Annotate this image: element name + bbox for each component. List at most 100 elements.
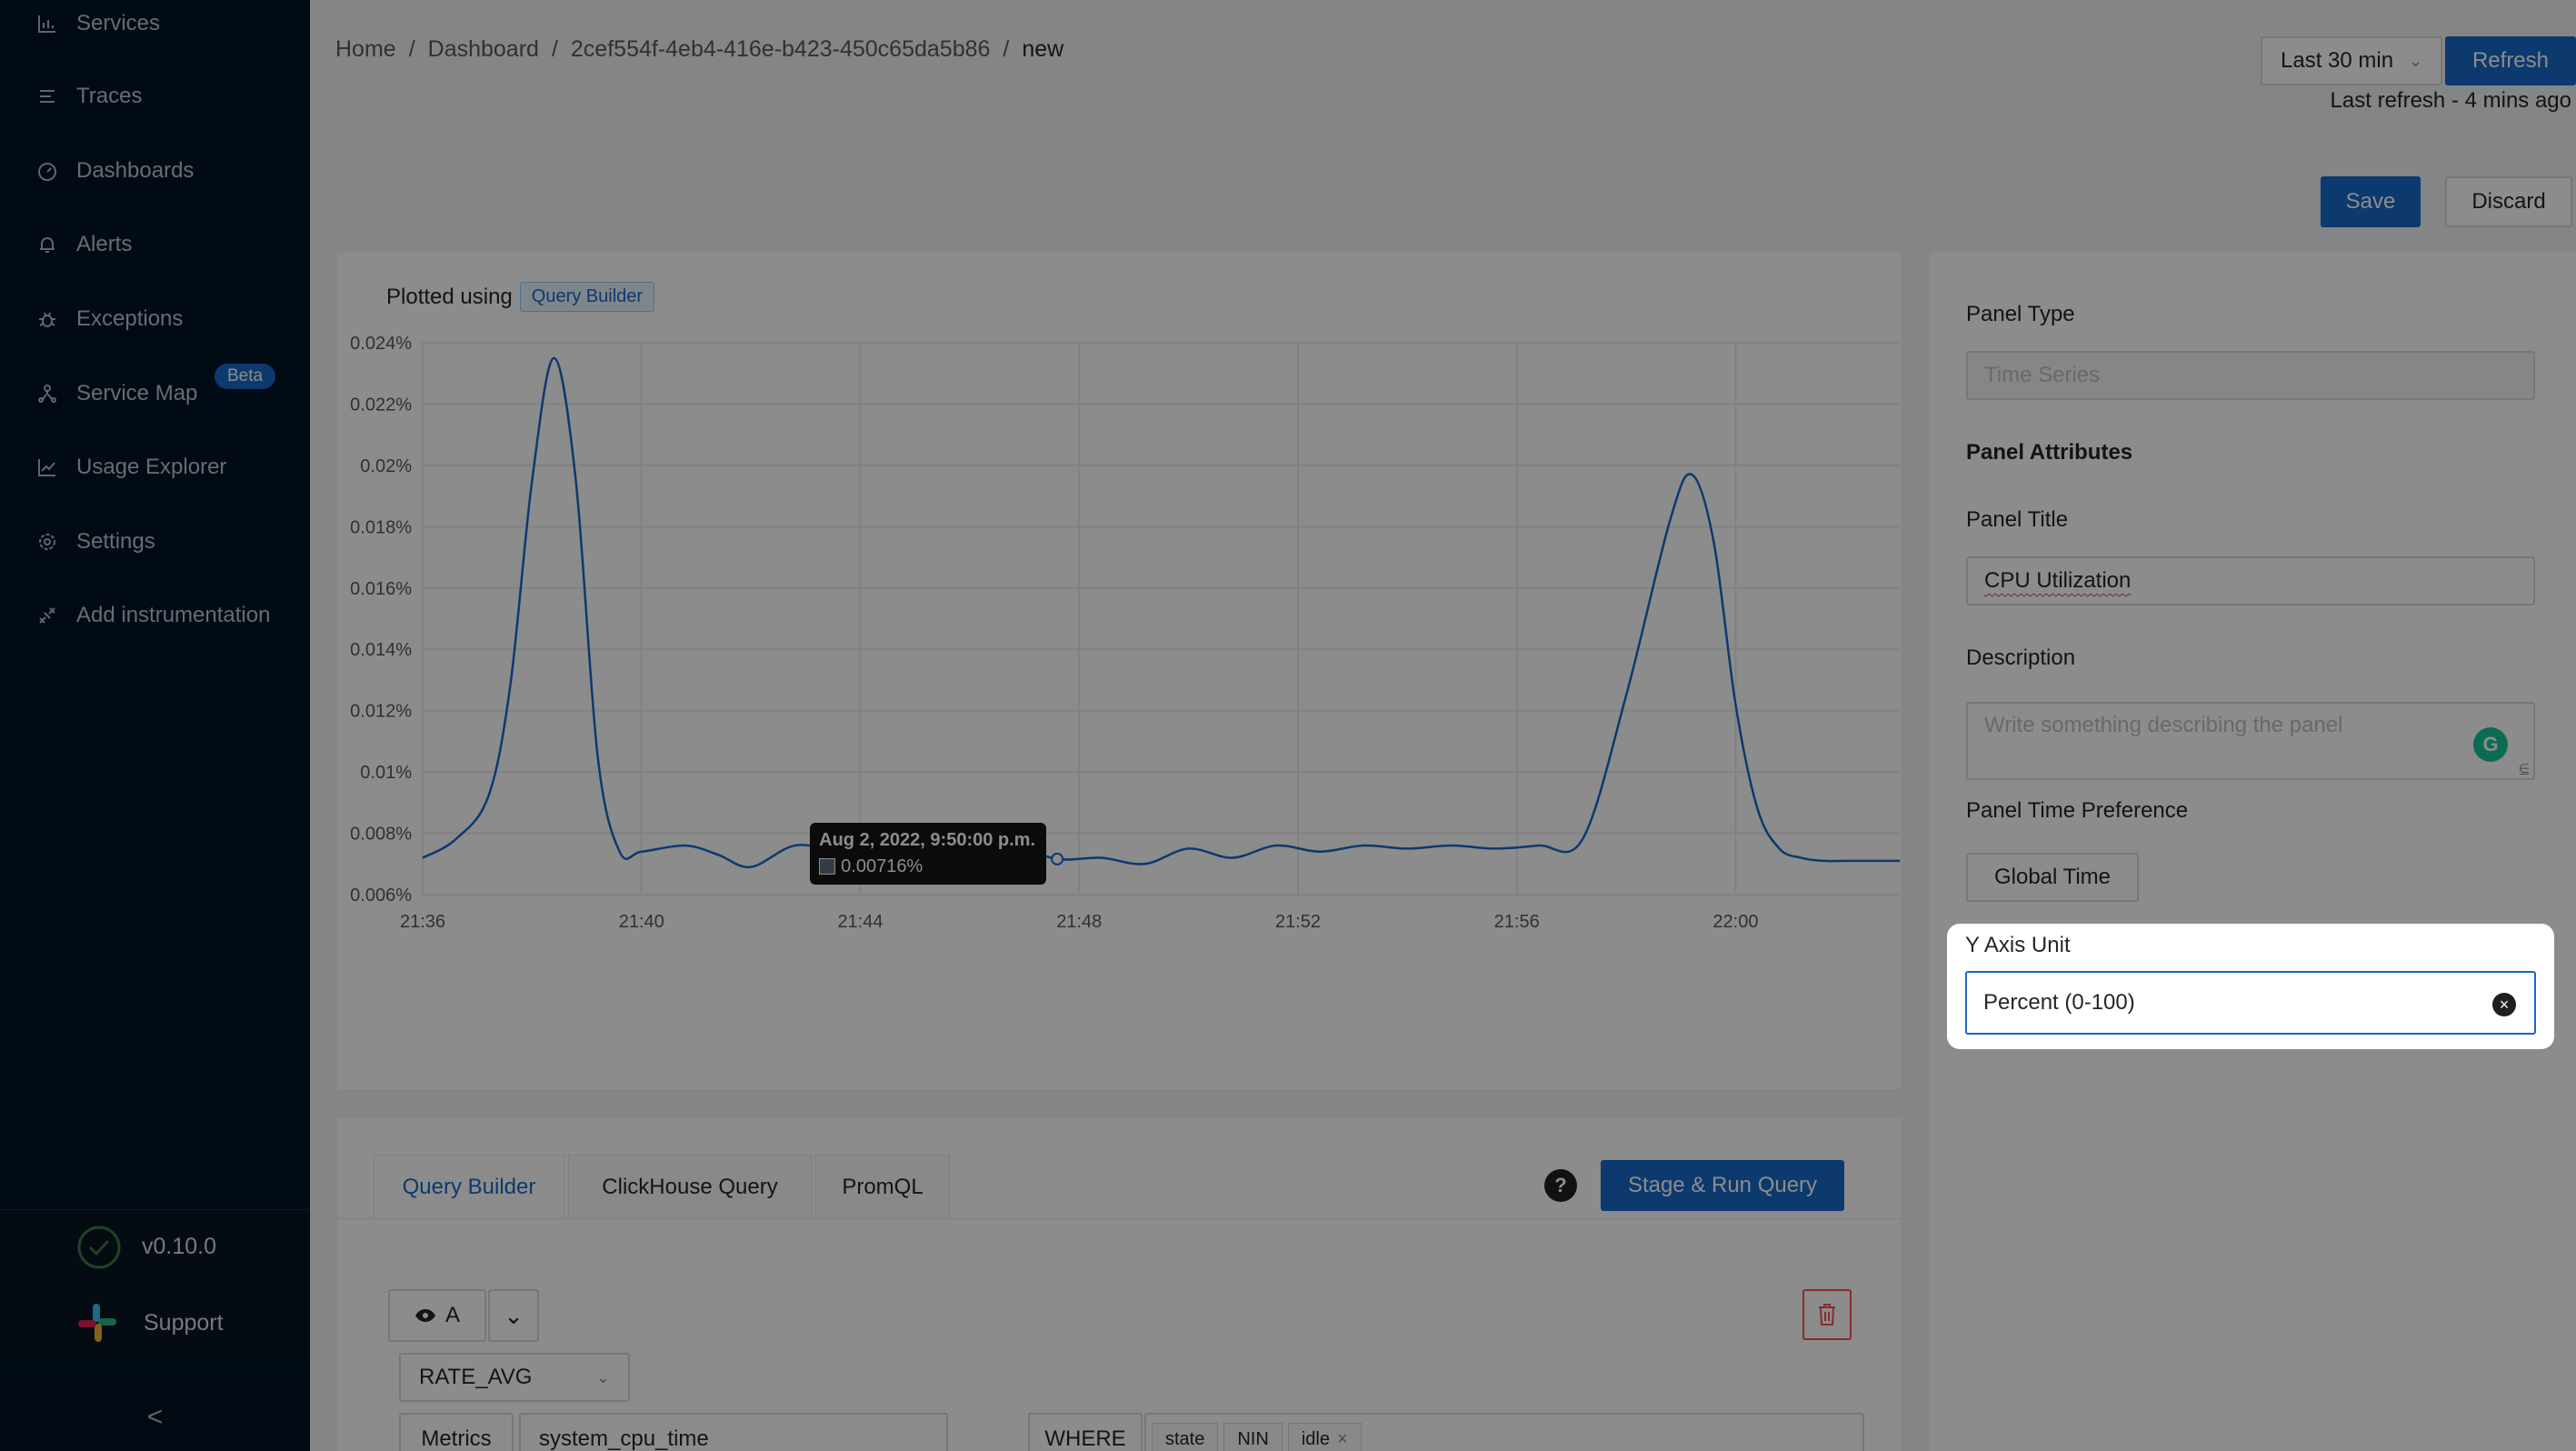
main-content: Home / Dashboard / 2cef554f-4eb4-416e-b4… <box>310 0 2576 1451</box>
discard-button[interactable]: Discard <box>2445 176 2572 227</box>
refresh-button[interactable]: Refresh <box>2445 36 2576 85</box>
sidebar-item-add-instrumentation[interactable]: Add instrumentation <box>36 588 270 643</box>
y-tick-label: 0.02% <box>360 456 412 476</box>
sidebar-item-usage-explorer[interactable]: Usage Explorer <box>36 440 226 495</box>
where-filter-input[interactable]: state NIN idle × <box>1144 1413 1864 1451</box>
breadcrumb-home[interactable]: Home <box>335 36 396 63</box>
y-tick-label: 0.008% <box>350 825 412 845</box>
filter-tag: NIN <box>1223 1423 1283 1451</box>
y-axis-unit-input[interactable]: Percent (0-100) × <box>1965 971 2536 1035</box>
time-range-value: Last 30 min <box>2281 48 2394 73</box>
chart-tooltip: Aug 2, 2022, 9:50:00 p.m. 0.00716% <box>810 822 1047 885</box>
breadcrumb-dashboard-id[interactable]: 2cef554f-4eb4-416e-b423-450c65da5b86 <box>571 36 991 63</box>
panel-type-select: Time Series <box>1966 351 2535 400</box>
tabs-divider <box>337 1218 1901 1219</box>
x-tick-label: 21:36 <box>400 912 445 932</box>
chevron-down-icon: ⌄ <box>2408 51 2422 70</box>
breadcrumb-current: new <box>1022 36 1064 62</box>
clear-icon[interactable]: × <box>2492 993 2516 1016</box>
breadcrumb-separator: / <box>1003 36 1010 62</box>
x-tick-label: 21:48 <box>1056 912 1102 932</box>
breadcrumb-dashboard[interactable]: Dashboard <box>428 36 539 63</box>
global-time-button[interactable]: Global Time <box>1966 853 2139 902</box>
panel-time-preference-label: Panel Time Preference <box>1966 798 2189 823</box>
y-tick-label: 0.024% <box>350 334 412 354</box>
sidebar-item-settings[interactable]: Settings <box>36 515 155 569</box>
trash-icon <box>1817 1303 1837 1326</box>
y-tick-label: 0.016% <box>350 579 412 599</box>
x-tick-label: 22:00 <box>1712 912 1758 932</box>
panel-title-label: Panel Title <box>1966 507 2069 532</box>
aggregate-value: RATE_AVG <box>419 1365 533 1389</box>
grammarly-icon[interactable]: G <box>2473 727 2508 762</box>
stage-run-query-button[interactable]: Stage & Run Query <box>1601 1160 1844 1211</box>
sidebar-item-exceptions[interactable]: Exceptions <box>36 292 183 346</box>
y-tick-label: 0.006% <box>350 886 412 906</box>
sidebar-item-services[interactable]: Services <box>36 0 160 51</box>
delete-query-button[interactable] <box>1802 1289 1852 1340</box>
description-placeholder: Write something describing the panel <box>1984 713 2343 737</box>
list-icon <box>36 85 58 107</box>
y-axis-unit-value: Percent (0-100) <box>1983 990 2135 1015</box>
x-tick-label: 21:52 <box>1275 912 1321 932</box>
tab-clickhouse-query[interactable]: ClickHouse Query <box>568 1155 812 1218</box>
help-icon[interactable]: ? <box>1544 1169 1577 1202</box>
query-name-toggle[interactable]: A <box>388 1289 486 1342</box>
where-label: WHERE <box>1028 1413 1143 1451</box>
line-chart-icon <box>36 456 58 478</box>
breadcrumb-separator: / <box>551 36 558 62</box>
filter-tag: state <box>1152 1423 1219 1451</box>
sidebar-item-traces[interactable]: Traces <box>36 69 142 124</box>
resize-handle-icon[interactable]: ⋸ <box>2519 761 2530 776</box>
y-axis-unit-spotlight: Y Axis Unit Percent (0-100) × <box>1947 924 2554 1049</box>
query-panel: Query Builder ClickHouse Query PromQL ? … <box>337 1118 1901 1451</box>
breadcrumb-separator: / <box>408 36 415 62</box>
dashboard-icon <box>36 160 58 182</box>
deployment-icon <box>36 383 58 405</box>
chevron-left-icon: < <box>146 1402 164 1432</box>
bar-chart-icon <box>36 13 58 35</box>
aggregate-select[interactable]: RATE_AVG ⌄ <box>399 1353 630 1402</box>
support-link: Support <box>144 1309 224 1336</box>
query-expand-button[interactable]: ⌄ <box>488 1289 539 1342</box>
chevron-down-icon: ⌄ <box>504 1301 524 1329</box>
x-tick-label: 21:40 <box>619 912 664 932</box>
last-refresh-text: Last refresh - 4 mins ago <box>2330 88 2571 113</box>
panel-title-input[interactable]: CPU Utilization <box>1966 556 2535 605</box>
check-circle-icon <box>76 1225 122 1270</box>
tab-promql[interactable]: PromQL <box>815 1155 950 1218</box>
tooltip-value: 0.00716% <box>841 856 924 876</box>
chevron-down-icon: ⌄ <box>595 1367 610 1386</box>
close-icon[interactable]: × <box>1337 1429 1348 1450</box>
support-bar[interactable]: Support <box>0 1286 310 1360</box>
y-tick-label: 0.022% <box>350 395 412 415</box>
version-bar[interactable]: v0.10.0 <box>0 1209 310 1284</box>
metrics-input[interactable]: system_cpu_time <box>519 1413 948 1451</box>
right-settings-panel: Panel Type Time Series Panel Attributes … <box>1930 253 2576 1451</box>
panel-type-label: Panel Type <box>1966 302 2075 326</box>
sidebar-item-alerts[interactable]: Alerts <box>36 217 132 272</box>
sidebar-item-service-map[interactable]: Service Map <box>36 366 197 421</box>
time-range-select[interactable]: Last 30 min ⌄ <box>2261 36 2442 85</box>
y-axis-unit-label: Y Axis Unit <box>1965 933 2071 957</box>
bug-icon <box>36 308 58 330</box>
breadcrumb: Home / Dashboard / 2cef554f-4eb4-416e-b4… <box>335 36 1063 63</box>
y-tick-label: 0.01% <box>360 763 412 783</box>
tooltip-swatch <box>819 858 836 876</box>
description-textarea[interactable]: Write something describing the panel G ⋸ <box>1966 702 2535 780</box>
sidebar-item-dashboards[interactable]: Dashboards <box>36 144 194 198</box>
chart-panel: Plotted using Query Builder 0.024% 0.022%… <box>337 253 1901 1089</box>
y-tick-label: 0.012% <box>350 702 412 722</box>
hover-point <box>1051 852 1064 866</box>
y-tick-label: 0.018% <box>350 517 412 537</box>
sidebar-collapse-button[interactable]: < <box>0 1384 310 1451</box>
filter-tag-removable[interactable]: idle × <box>1287 1423 1362 1451</box>
metrics-label: Metrics <box>399 1413 514 1451</box>
line-chart: 0.024% 0.022% 0.02% 0.018% 0.016% 0.014% 0.012… <box>350 334 1900 932</box>
panel-title-value: CPU Utilization <box>1984 568 2132 593</box>
version-label: v0.10.0 <box>142 1234 217 1259</box>
eye-icon <box>414 1307 436 1324</box>
tooltip-title: Aug 2, 2022, 9:50:00 p.m. <box>819 829 1036 850</box>
tab-query-builder[interactable]: Query Builder <box>374 1155 564 1218</box>
save-button[interactable]: Save <box>2321 176 2421 227</box>
